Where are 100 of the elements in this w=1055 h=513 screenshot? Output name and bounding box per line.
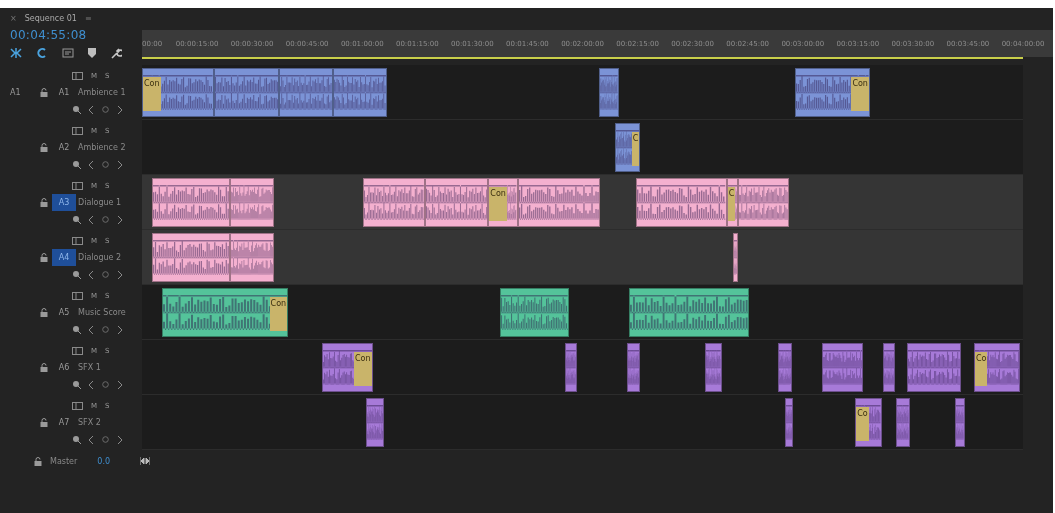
lock-icon[interactable] <box>40 418 48 427</box>
audio-clip[interactable] <box>907 343 962 392</box>
audio-clip[interactable] <box>777 343 793 392</box>
playhead-timecode[interactable]: 00:04:55:08 <box>10 28 142 44</box>
sync-lock-icon[interactable] <box>72 126 83 135</box>
sync-lock-icon[interactable] <box>72 236 83 245</box>
audio-clip[interactable]: Con <box>795 68 870 117</box>
audio-clip[interactable] <box>705 343 722 392</box>
transition-label[interactable]: C <box>631 132 640 166</box>
marker-icon[interactable] <box>88 48 96 58</box>
track-target[interactable]: A2 <box>52 139 76 156</box>
audio-clip[interactable] <box>151 233 231 282</box>
next-keyframe-icon[interactable] <box>117 105 122 114</box>
next-keyframe-icon[interactable] <box>117 160 122 169</box>
audio-clip[interactable] <box>636 178 727 227</box>
next-keyframe-icon[interactable] <box>117 325 122 334</box>
audio-clip[interactable] <box>732 233 739 282</box>
audio-clip[interactable] <box>500 288 569 337</box>
audio-clip[interactable]: Con <box>161 288 289 337</box>
keyframe-icon[interactable] <box>72 160 81 169</box>
audio-clip[interactable] <box>151 178 231 227</box>
transition-label[interactable]: Con <box>353 352 372 386</box>
sync-lock-icon[interactable] <box>72 71 83 80</box>
sync-lock-icon[interactable] <box>72 291 83 300</box>
lock-icon[interactable] <box>40 88 48 97</box>
audio-clip[interactable] <box>213 68 280 117</box>
panel-menu-button[interactable]: ≡ <box>84 13 92 23</box>
previous-keyframe-icon[interactable] <box>89 160 94 169</box>
track-target[interactable]: A6 <box>52 359 76 376</box>
audio-clip[interactable] <box>365 398 385 447</box>
previous-keyframe-icon[interactable] <box>89 325 94 334</box>
sync-lock-icon[interactable] <box>72 401 83 410</box>
lock-icon[interactable] <box>40 363 48 372</box>
link-icon[interactable] <box>36 47 48 59</box>
audio-clip[interactable] <box>279 68 334 117</box>
audio-clip[interactable] <box>362 178 425 227</box>
sync-lock-icon[interactable] <box>72 346 83 355</box>
audio-clip[interactable] <box>784 398 794 447</box>
previous-keyframe-icon[interactable] <box>89 380 94 389</box>
transition-label[interactable]: Con <box>269 297 288 331</box>
track-target[interactable]: A1 <box>52 84 76 101</box>
audio-clip[interactable] <box>896 398 911 447</box>
master-volume-value[interactable]: 0.0 <box>97 456 111 466</box>
audio-clip[interactable] <box>882 343 896 392</box>
track-lane[interactable] <box>142 230 1023 285</box>
track-lane[interactable]: Con <box>142 285 1023 340</box>
audio-clip[interactable] <box>230 233 275 282</box>
go-to-edit-icon[interactable] <box>140 457 151 465</box>
audio-clip[interactable] <box>738 178 790 227</box>
track-lane[interactable]: Con Con <box>142 65 1023 120</box>
audio-clip[interactable] <box>424 178 489 227</box>
previous-keyframe-icon[interactable] <box>89 105 94 114</box>
keyframe-icon[interactable] <box>72 325 81 334</box>
keyframe-icon[interactable] <box>72 215 81 224</box>
audio-clip[interactable]: Con <box>488 178 518 227</box>
audio-clip[interactable]: Con <box>321 343 373 392</box>
track-lane[interactable]: Con C <box>142 175 1023 230</box>
next-keyframe-icon[interactable] <box>117 215 122 224</box>
track-lane[interactable]: C <box>142 120 1023 175</box>
audio-clip[interactable] <box>599 68 619 117</box>
audio-clip[interactable] <box>564 343 577 392</box>
track-target[interactable]: A7 <box>52 414 76 431</box>
keyframe-icon[interactable] <box>72 435 81 444</box>
transition-label[interactable]: Con <box>489 187 507 221</box>
transition-label[interactable]: Co <box>974 352 988 386</box>
audio-clip[interactable] <box>626 343 641 392</box>
lock-icon[interactable] <box>34 456 42 466</box>
snap-icon[interactable] <box>10 47 22 59</box>
source-patch[interactable]: A1 <box>0 88 32 97</box>
keyframe-icon[interactable] <box>72 105 81 114</box>
lock-icon[interactable] <box>40 308 48 317</box>
sequence-tab[interactable]: Sequence 01 <box>24 13 77 23</box>
audio-clip[interactable] <box>517 178 601 227</box>
audio-clip[interactable]: Co <box>973 343 1021 392</box>
lock-icon[interactable] <box>40 253 48 262</box>
track-lane[interactable]: Con Co <box>142 340 1023 395</box>
track-target[interactable]: A4 <box>52 249 76 266</box>
track-lane[interactable]: Co <box>142 395 1023 450</box>
keyframe-icon[interactable] <box>72 270 81 279</box>
previous-keyframe-icon[interactable] <box>89 270 94 279</box>
audio-clip[interactable] <box>628 288 750 337</box>
sync-lock-icon[interactable] <box>72 181 83 190</box>
audio-clip[interactable]: Con <box>142 68 214 117</box>
track-target[interactable]: A5 <box>52 304 76 321</box>
keyframe-icon[interactable] <box>72 380 81 389</box>
audio-clip[interactable] <box>955 398 966 447</box>
transition-label[interactable]: Con <box>851 77 869 111</box>
track-target[interactable]: A3 <box>52 194 76 211</box>
transition-label[interactable]: Co <box>856 407 869 441</box>
previous-keyframe-icon[interactable] <box>89 435 94 444</box>
transition-label[interactable]: Con <box>143 77 161 111</box>
close-button[interactable]: × <box>10 13 17 23</box>
marker-list-icon[interactable] <box>62 47 74 59</box>
transition-label[interactable]: C <box>727 187 736 221</box>
audio-clip[interactable] <box>230 178 275 227</box>
audio-clip[interactable] <box>821 343 864 392</box>
lock-icon[interactable] <box>40 143 48 152</box>
next-keyframe-icon[interactable] <box>117 435 122 444</box>
previous-keyframe-icon[interactable] <box>89 215 94 224</box>
lock-icon[interactable] <box>40 198 48 207</box>
